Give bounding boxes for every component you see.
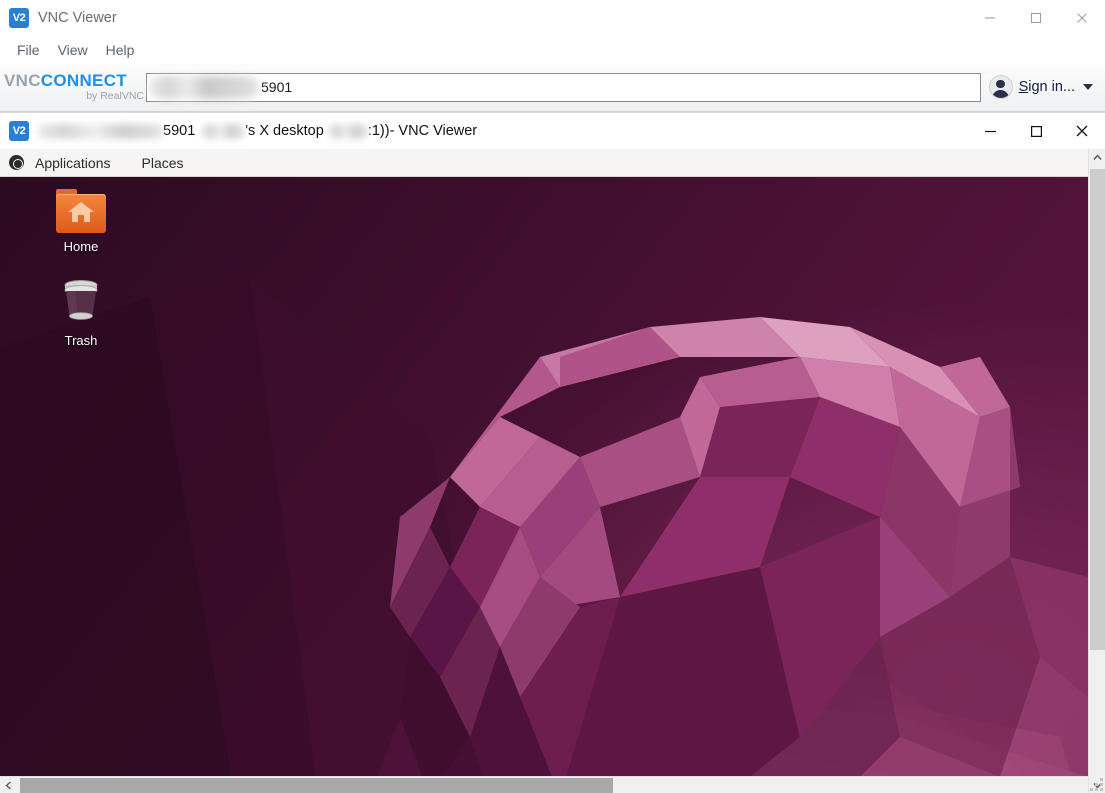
jellyfish-wallpaper [0,277,1088,793]
inner-window-title: 5901 's X desktop :1)) - VNC Viewer [38,123,477,139]
inner-titlebar: V2 5901 's X desktop :1)) - VNC Viewer [0,113,1105,149]
close-icon[interactable] [1059,0,1105,36]
vnc-session-window: V2 5901 's X desktop :1)) - VNC Viewer A… [0,112,1105,793]
ubuntu-top-panel: Applications Places [0,149,1088,177]
panel-item-places[interactable]: Places [138,155,188,171]
user-avatar-icon [988,75,1013,99]
vertical-scrollbar[interactable] [1088,149,1105,793]
sign-in-accel: S [1018,79,1029,95]
desktop-icon-home[interactable]: Home [35,189,127,254]
vertical-scrollbar-thumb[interactable] [1090,169,1105,650]
maximize-icon[interactable] [1013,0,1059,36]
brand-word-vnc: VNC [4,71,41,91]
inner-title-suffix: - VNC Viewer [389,123,478,139]
menu-help[interactable]: Help [97,40,144,60]
sign-in-label: Sign in... [1019,79,1075,95]
house-glyph-icon [68,202,94,222]
scroll-up-icon[interactable] [1089,149,1105,166]
redacted-user-chip [201,123,246,139]
maximize-icon[interactable] [1013,113,1059,149]
desktop-icons: Home Trash [0,177,127,370]
brand-byline: by RealVNC [86,90,144,103]
ubuntu-logo-icon[interactable] [9,155,24,170]
minimize-icon[interactable] [967,0,1013,36]
menu-view[interactable]: View [49,40,97,60]
vnc-connect-logo: VNCCONNECT by RealVNC [4,72,146,102]
desktop-icon-label: Trash [64,333,98,348]
redacted-host-chip [38,123,163,139]
sign-in-button[interactable]: Sign in... [988,75,1093,99]
outer-window-title: VNC Viewer [38,10,117,26]
outer-window-controls [967,0,1105,36]
inner-window-controls [967,113,1105,149]
desktop-icon-trash[interactable]: Trash [35,276,127,348]
desktop-icon-label: Home [63,239,99,254]
vnc-v2-logo-icon: V2 [9,8,29,28]
menu-file[interactable]: File [8,40,49,60]
vnc-v2-logo-icon: V2 [9,121,29,141]
panel-item-applications[interactable]: Applications [31,155,115,171]
horizontal-scrollbar-thumb[interactable] [20,778,613,793]
outer-titlebar: V2 VNC Viewer [0,0,1105,36]
menubar: File View Help [0,36,1105,63]
home-folder-icon [56,189,106,233]
trash-bin-icon [64,280,98,320]
brand-word-connect: CONNECT [40,71,127,91]
vnc-viewer-app: V2 VNC Viewer File View Help VNCCONNECT … [0,0,1105,793]
close-icon[interactable] [1059,113,1105,149]
inner-title-port: 5901 [163,123,196,139]
minimize-icon[interactable] [967,113,1013,149]
vnc-server-address-input[interactable] [146,72,981,102]
redacted-display-chip [327,123,368,139]
address-bar [146,72,981,102]
inner-title-desktop-phrase: 's X desktop [245,123,324,139]
horizontal-scrollbar[interactable] [0,776,1088,793]
sign-in-rest: ign in... [1028,79,1075,95]
chevron-down-icon[interactable] [1083,84,1093,90]
inner-title-display: :1)) [367,123,390,139]
resize-grip[interactable] [1089,777,1104,792]
scroll-left-icon[interactable] [0,777,17,793]
toolbar: VNCCONNECT by RealVNC Sign in... [0,63,1105,112]
remote-desktop-canvas[interactable]: Home Trash CSDN @Entropy-Go [0,177,1088,793]
